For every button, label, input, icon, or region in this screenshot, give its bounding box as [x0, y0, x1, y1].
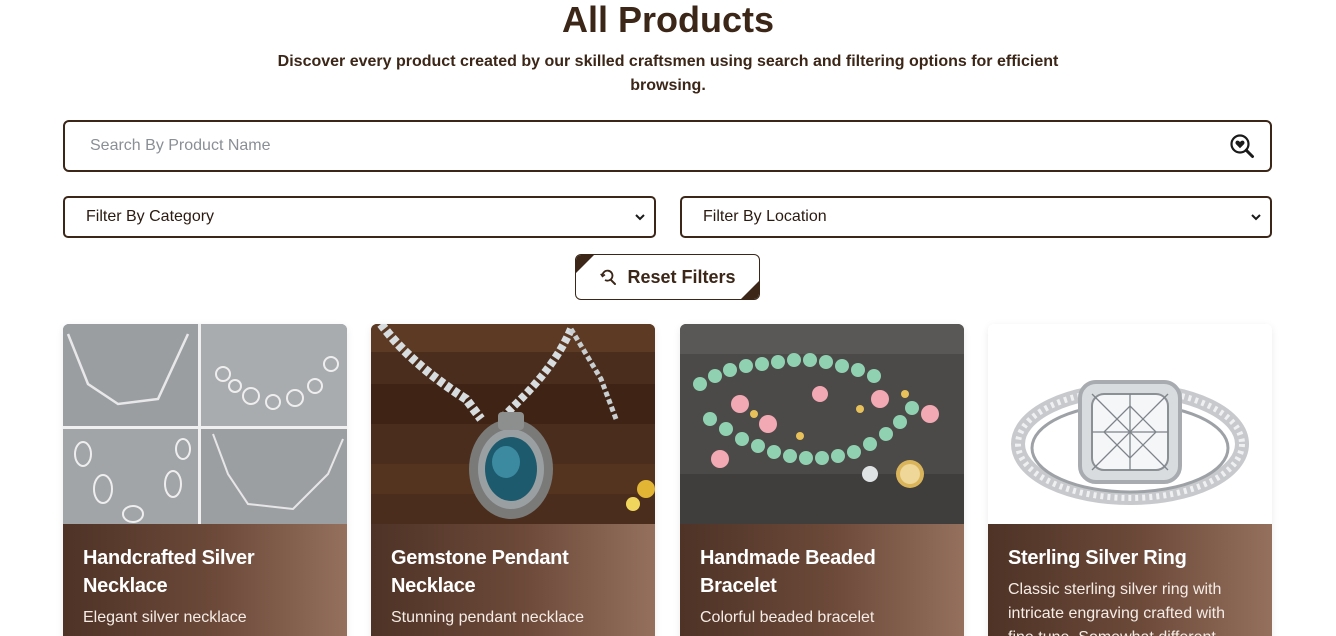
- product-card-body: Sterling Silver Ring Classic sterling si…: [988, 524, 1272, 636]
- chevron-down-icon: [1251, 214, 1261, 221]
- product-title: Handcrafted Silver Necklace: [83, 547, 255, 597]
- corner-accent: [576, 255, 594, 273]
- chevron-down-icon: [635, 214, 645, 221]
- corner-accent: [741, 281, 759, 299]
- product-description: Classic sterling silver ring with intric…: [1008, 581, 1225, 636]
- reset-filters-label: Reset Filters: [627, 266, 736, 287]
- search-bar: [63, 120, 1272, 172]
- product-title: Sterling Silver Ring: [1008, 547, 1187, 569]
- category-filter-value: Filter By Category: [86, 208, 215, 225]
- product-card[interactable]: Sterling Silver Ring Classic sterling si…: [988, 324, 1272, 636]
- product-description: Elegant silver necklace: [83, 609, 247, 626]
- location-filter-value: Filter By Location: [703, 208, 827, 225]
- product-title: Handmade Beaded Bracelet: [700, 547, 876, 597]
- page-title: All Products: [561, 0, 775, 40]
- page-subtitle: Discover every product created by our sk…: [277, 53, 1059, 94]
- product-card-body: Gemstone Pendant Necklace Stunning penda…: [371, 524, 655, 636]
- reset-filters-button[interactable]: Reset Filters: [575, 254, 760, 300]
- product-image: [63, 324, 347, 524]
- product-image: [371, 324, 655, 524]
- product-description: Stunning pendant necklace: [391, 609, 585, 626]
- search-heart-icon[interactable]: [1228, 132, 1256, 160]
- product-image: [680, 324, 964, 524]
- product-image: [988, 324, 1272, 524]
- product-card-body: Handcrafted Silver Necklace Elegant silv…: [63, 524, 347, 636]
- category-filter-select[interactable]: Filter By Category: [63, 196, 656, 238]
- product-title: Gemstone Pendant Necklace: [391, 547, 569, 597]
- product-card[interactable]: Gemstone Pendant Necklace Stunning penda…: [371, 324, 655, 636]
- product-card[interactable]: Handmade Beaded Bracelet Colorful beaded…: [680, 324, 964, 636]
- search-input[interactable]: [65, 122, 1228, 170]
- refresh-search-icon: [599, 268, 617, 286]
- product-description: Colorful beaded bracelet: [700, 609, 875, 626]
- product-card-body: Handmade Beaded Bracelet Colorful beaded…: [680, 524, 964, 636]
- product-card[interactable]: Handcrafted Silver Necklace Elegant silv…: [63, 324, 347, 636]
- location-filter-select[interactable]: Filter By Location: [680, 196, 1272, 238]
